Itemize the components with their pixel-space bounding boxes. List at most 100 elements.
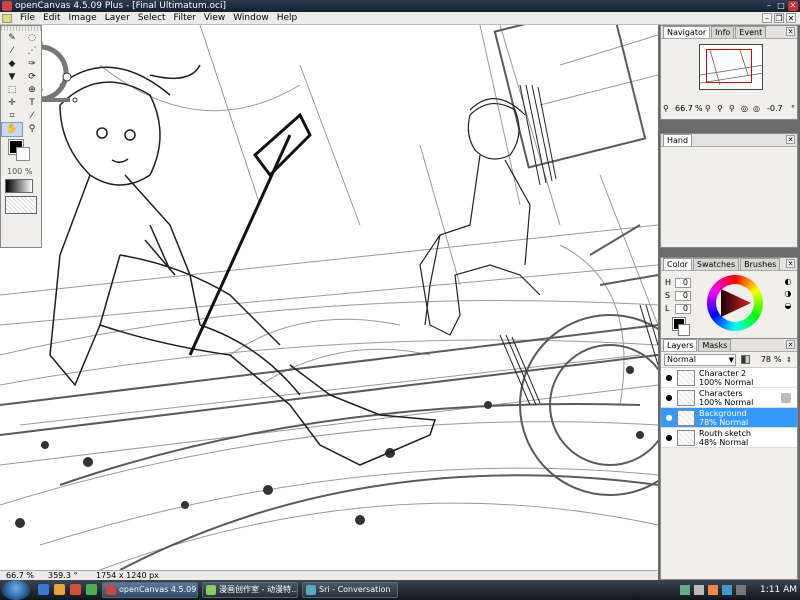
minimize-button[interactable]: – xyxy=(764,1,774,11)
maximize-button[interactable]: □ xyxy=(776,1,786,11)
layer-row[interactable]: ● Characters 100% Normal xyxy=(661,388,797,408)
l-field[interactable]: 0 xyxy=(675,303,691,314)
menu-image[interactable]: Image xyxy=(65,12,101,25)
magnify-icon[interactable]: ⚲ xyxy=(22,123,42,136)
menu-select[interactable]: Select xyxy=(134,12,170,25)
tab-info[interactable]: Info xyxy=(711,26,735,38)
tool-opacity[interactable]: 100 % xyxy=(1,167,41,176)
hand-icon[interactable]: ✋ xyxy=(1,122,23,137)
text-icon[interactable]: T xyxy=(22,97,42,110)
menu-file[interactable]: File xyxy=(16,12,39,25)
zoom-in-icon[interactable]: ⚲ xyxy=(705,102,711,116)
menu-filter[interactable]: Filter xyxy=(170,12,200,25)
menu-layer[interactable]: Layer xyxy=(101,12,134,25)
opacity-spinner-icon[interactable]: ⇕ xyxy=(786,354,792,366)
layer-lock-icon[interactable] xyxy=(781,393,791,403)
tool-opacity-unit: % xyxy=(24,167,33,176)
crop-icon[interactable]: ⌗ xyxy=(2,110,22,123)
tool-opacity-value: 100 xyxy=(7,167,23,176)
eye-icon[interactable]: ● xyxy=(664,413,674,423)
panel-close-icon[interactable]: ✕ xyxy=(786,340,795,349)
eye-icon[interactable]: ● xyxy=(664,373,674,383)
show-desktop-icon[interactable] xyxy=(38,584,49,595)
water-icon[interactable]: ◆ xyxy=(2,58,22,71)
rect-select-icon[interactable]: ⬚ xyxy=(2,84,22,97)
layer-opacity-value[interactable]: 78 xyxy=(755,354,771,366)
tab-swatches[interactable]: Swatches xyxy=(692,258,740,270)
hsl-values: H0 S0 L0 xyxy=(665,276,701,315)
blend-mode-select[interactable]: Normal ▼ xyxy=(664,354,736,366)
task-conversation[interactable]: Sri - Conversation xyxy=(302,582,398,598)
eye-icon[interactable]: ● xyxy=(664,433,674,443)
airbrush-icon[interactable]: ⋰ xyxy=(22,45,42,58)
panel-close-icon[interactable]: ✕ xyxy=(786,135,795,144)
doc-minimize-button[interactable]: – xyxy=(762,13,772,23)
eye-icon[interactable]: ● xyxy=(664,393,674,403)
doc-close-button[interactable]: ✕ xyxy=(786,13,796,23)
color-triangle[interactable] xyxy=(716,284,754,322)
document-icon[interactable] xyxy=(2,14,12,23)
browser-icon[interactable] xyxy=(54,584,65,595)
zoom-actual-icon[interactable]: ⚲ xyxy=(729,102,735,116)
menu-help[interactable]: Help xyxy=(273,12,302,25)
eyedropper-icon[interactable]: ⁄ xyxy=(22,110,42,123)
lasso-icon[interactable]: ◌ xyxy=(22,32,42,45)
palette-mode-icon[interactable]: ◒ xyxy=(782,300,794,312)
tray-app-icon[interactable] xyxy=(708,585,718,595)
menu-window[interactable]: Window xyxy=(229,12,273,25)
background-color[interactable] xyxy=(16,147,30,161)
start-button[interactable] xyxy=(2,580,30,600)
chevron-down-icon: ▼ xyxy=(728,356,734,364)
layer-row-selected[interactable]: ● Background 78% Normal xyxy=(661,408,797,428)
tray-messenger-icon[interactable] xyxy=(722,585,732,595)
tab-brushes[interactable]: Brushes xyxy=(740,258,781,270)
clock[interactable]: 1:11 AM xyxy=(760,580,797,600)
tab-navigator[interactable]: Navigator xyxy=(663,26,711,38)
tool-palette: ✎ ◌ ⁄ ⋰ ◆ ✑ ▼ ⟳ ⬚ ⊕ ✛ T ⌗ ⁄ ✋ ⚲ 100 % xyxy=(0,25,42,248)
rotate-reset-icon[interactable]: ◎ xyxy=(753,102,760,116)
bucket-icon[interactable]: ▼ xyxy=(2,71,22,84)
menu-view[interactable]: View xyxy=(200,12,229,25)
h-field[interactable]: 0 xyxy=(675,277,691,288)
marker-icon[interactable]: ✑ xyxy=(22,58,42,71)
tab-event[interactable]: Event xyxy=(735,26,767,38)
texture-preview[interactable] xyxy=(5,196,37,214)
task-manga-studio[interactable]: 漫画创作室 - 动漫特... xyxy=(202,582,298,598)
layer-row[interactable]: ● Character 2 100% Normal xyxy=(661,368,797,388)
close-button[interactable]: ✕ xyxy=(788,1,798,11)
pencil-icon[interactable]: ✎ xyxy=(2,32,22,45)
gradient-preview[interactable] xyxy=(5,179,33,193)
s-field[interactable]: 0 xyxy=(675,290,691,301)
tab-masks[interactable]: Masks xyxy=(698,339,732,351)
menu-edit[interactable]: Edit xyxy=(39,12,64,25)
panel-close-icon[interactable]: ✕ xyxy=(786,259,795,268)
view-rectangle[interactable] xyxy=(706,49,752,83)
tray-network-icon[interactable] xyxy=(680,585,690,595)
drawing-canvas[interactable] xyxy=(0,25,658,570)
panel-close-icon[interactable]: ✕ xyxy=(786,27,795,36)
zoom-icon[interactable]: ⊕ xyxy=(22,84,42,97)
color-wheel[interactable] xyxy=(707,275,763,331)
tab-layers[interactable]: Layers xyxy=(663,339,698,351)
rotate-icon[interactable]: ⟳ xyxy=(22,71,42,84)
tab-hand[interactable]: Hand xyxy=(663,134,693,146)
wheel-mode-icon[interactable]: ◐ xyxy=(782,276,794,288)
rotate-left-icon[interactable]: ◎ xyxy=(741,102,748,116)
layer-row[interactable]: ● Routh sketch 48% Normal xyxy=(661,428,797,448)
tray-misc-icon[interactable] xyxy=(736,585,746,595)
media-icon[interactable] xyxy=(70,584,81,595)
doc-restore-button[interactable]: ❐ xyxy=(774,13,784,23)
navigator-thumbnail[interactable] xyxy=(699,44,763,90)
tray-volume-icon[interactable] xyxy=(694,585,704,595)
task-opencanvas[interactable]: openCanvas 4.5.09 ... xyxy=(102,582,198,598)
brush-icon[interactable]: ⁄ xyxy=(2,45,22,58)
color-background-swatch[interactable] xyxy=(678,324,690,336)
zoom-fit-icon[interactable]: ⚲ xyxy=(717,102,723,116)
navigator-panel: Navigator Info Event ✕ ⚲ 66.7 % ⚲ ⚲ ⚲ ◎ … xyxy=(660,25,798,120)
messenger-icon xyxy=(306,585,316,595)
zoom-out-icon[interactable]: ⚲ xyxy=(663,102,669,116)
app-launcher-icon[interactable] xyxy=(86,584,97,595)
slider-mode-icon[interactable]: ◑ xyxy=(782,288,794,300)
tab-color[interactable]: Color xyxy=(663,258,692,270)
move-icon[interactable]: ✛ xyxy=(2,97,22,110)
